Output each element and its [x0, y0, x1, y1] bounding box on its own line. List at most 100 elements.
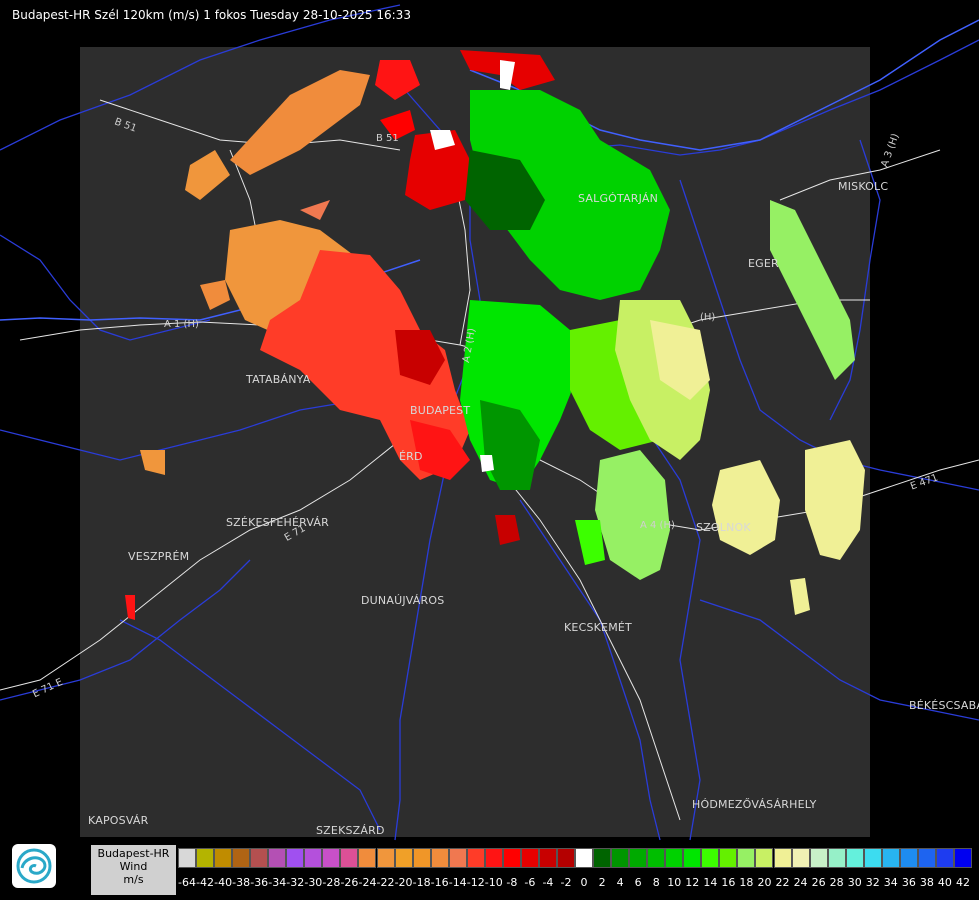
legend-tick-label: 34	[883, 876, 898, 889]
legend-swatch	[304, 848, 323, 868]
legend-tick-label: 8	[652, 876, 660, 889]
legend-swatch	[232, 848, 251, 868]
legend-swatch	[755, 848, 774, 868]
legend-tick-label: -32	[286, 876, 305, 889]
legend-tick-label: -24	[358, 876, 377, 889]
legend-tick-label: 0	[580, 876, 588, 889]
city-label-kecskemet: KECSKEMÉT	[564, 621, 632, 634]
legend-swatch	[845, 848, 864, 868]
legend-tick-label: 28	[829, 876, 844, 889]
legend-swatch	[520, 848, 539, 868]
legend-swatch	[376, 848, 395, 868]
radar-map	[0, 4, 979, 841]
met-service-logo	[12, 844, 56, 888]
legend-swatch	[629, 848, 648, 868]
legend-tick-label: -2	[560, 876, 572, 889]
city-label-miskolc: MISKOLC	[838, 180, 889, 193]
legend-tick-label: 38	[919, 876, 934, 889]
legend-swatch	[556, 848, 575, 868]
legend-tick-label: -64	[178, 876, 196, 889]
legend-swatch	[791, 848, 810, 868]
legend-swatch	[809, 848, 828, 868]
legend-swatch	[394, 848, 413, 868]
city-label-hodmezovasarhely: HÓDMEZŐVÁSÁRHELY	[692, 798, 817, 811]
legend-tick-label: -36	[250, 876, 269, 889]
city-label-budapest: BUDAPEST	[410, 404, 471, 417]
legend-tick-label: 36	[901, 876, 916, 889]
legend-swatch	[953, 848, 972, 868]
legend-swatch	[647, 848, 666, 868]
legend-tick-label: -4	[542, 876, 554, 889]
legend-tick-label: -8	[506, 876, 518, 889]
legend-swatch	[484, 848, 503, 868]
city-label-dunaujvaros: DUNAÚJVÁROS	[361, 594, 445, 607]
legend-tick-label: 14	[703, 876, 718, 889]
legend-swatch	[178, 848, 197, 868]
legend-swatch	[466, 848, 485, 868]
legend-tick-label: 32	[865, 876, 880, 889]
road-label-b51-2: B 51	[376, 133, 399, 144]
legend-swatch	[412, 848, 431, 868]
legend-tick-label: 12	[685, 876, 700, 889]
legend-swatch	[917, 848, 936, 868]
legend-tick-label: -10	[484, 876, 503, 889]
legend-swatch	[538, 848, 557, 868]
legend-tick-label: -30	[304, 876, 323, 889]
legend-tick-label: 30	[847, 876, 862, 889]
legend-swatch	[611, 848, 630, 868]
legend-swatch	[881, 848, 900, 868]
legend-tick-label: 40	[937, 876, 952, 889]
legend-tick-label: -22	[376, 876, 395, 889]
legend-tick-label: -34	[268, 876, 287, 889]
legend-swatch	[863, 848, 882, 868]
city-label-szekszard: SZEKSZÁRD	[316, 824, 385, 837]
legend-swatch	[358, 848, 377, 868]
legend-swatch	[575, 848, 594, 868]
legend-tick-label: 18	[739, 876, 754, 889]
legend-swatch	[737, 848, 756, 868]
legend-tick-label: -16	[430, 876, 449, 889]
legend-swatch	[268, 848, 287, 868]
legend-swatch	[250, 848, 269, 868]
legend-tick-label: 42	[955, 876, 970, 889]
road-label-m1: A 1 (H)	[164, 319, 199, 330]
legend-swatch	[665, 848, 684, 868]
legend-tick-label: 10	[667, 876, 682, 889]
legend-tick-label: 20	[757, 876, 772, 889]
legend-swatch	[430, 848, 449, 868]
city-label-kaposvar: KAPOSVÁR	[88, 814, 149, 827]
city-label-salgotarjan: SALGÓTARJÁN	[578, 192, 659, 205]
city-label-veszprem: VESZPRÉM	[128, 550, 190, 563]
legend-swatch	[286, 848, 305, 868]
legend-tick-label: -38	[232, 876, 251, 889]
legend-swatch	[683, 848, 702, 868]
legend-title-radar: Budapest-HR	[97, 847, 170, 860]
legend-swatch	[899, 848, 918, 868]
legend-swatch	[448, 848, 467, 868]
legend-tick-label: 16	[721, 876, 736, 889]
legend-tick-label: 2	[598, 876, 606, 889]
legend-tick-label: 24	[793, 876, 808, 889]
legend-swatch	[340, 848, 359, 868]
legend-tick-label: 6	[634, 876, 642, 889]
city-label-eger: EGER	[748, 257, 779, 270]
city-label-bekescsaba: BÉKÉSCSABA	[909, 699, 979, 712]
radar-product-title: Budapest-HR Szél 120km (m/s) 1 fokos Tue…	[12, 8, 411, 22]
road-label-m3-h: (H)	[700, 312, 716, 323]
legend-swatch	[502, 848, 521, 868]
legend-tick-label: -20	[394, 876, 413, 889]
road-label-m4: A 4 (H)	[640, 520, 675, 531]
legend-tick-label: -18	[412, 876, 431, 889]
legend-tick-label: 22	[775, 876, 790, 889]
legend-tick-label: -40	[214, 876, 233, 889]
legend-swatch	[719, 848, 738, 868]
legend-title-unit: m/s	[123, 873, 144, 886]
legend-title-product: Wind	[119, 860, 148, 873]
legend-swatch	[196, 848, 215, 868]
legend-tick-label: 26	[811, 876, 826, 889]
legend-swatch	[773, 848, 792, 868]
legend-tick-label: -28	[322, 876, 341, 889]
legend-swatch	[827, 848, 846, 868]
city-label-erd: ÉRD	[399, 450, 423, 463]
legend-swatch	[935, 848, 954, 868]
